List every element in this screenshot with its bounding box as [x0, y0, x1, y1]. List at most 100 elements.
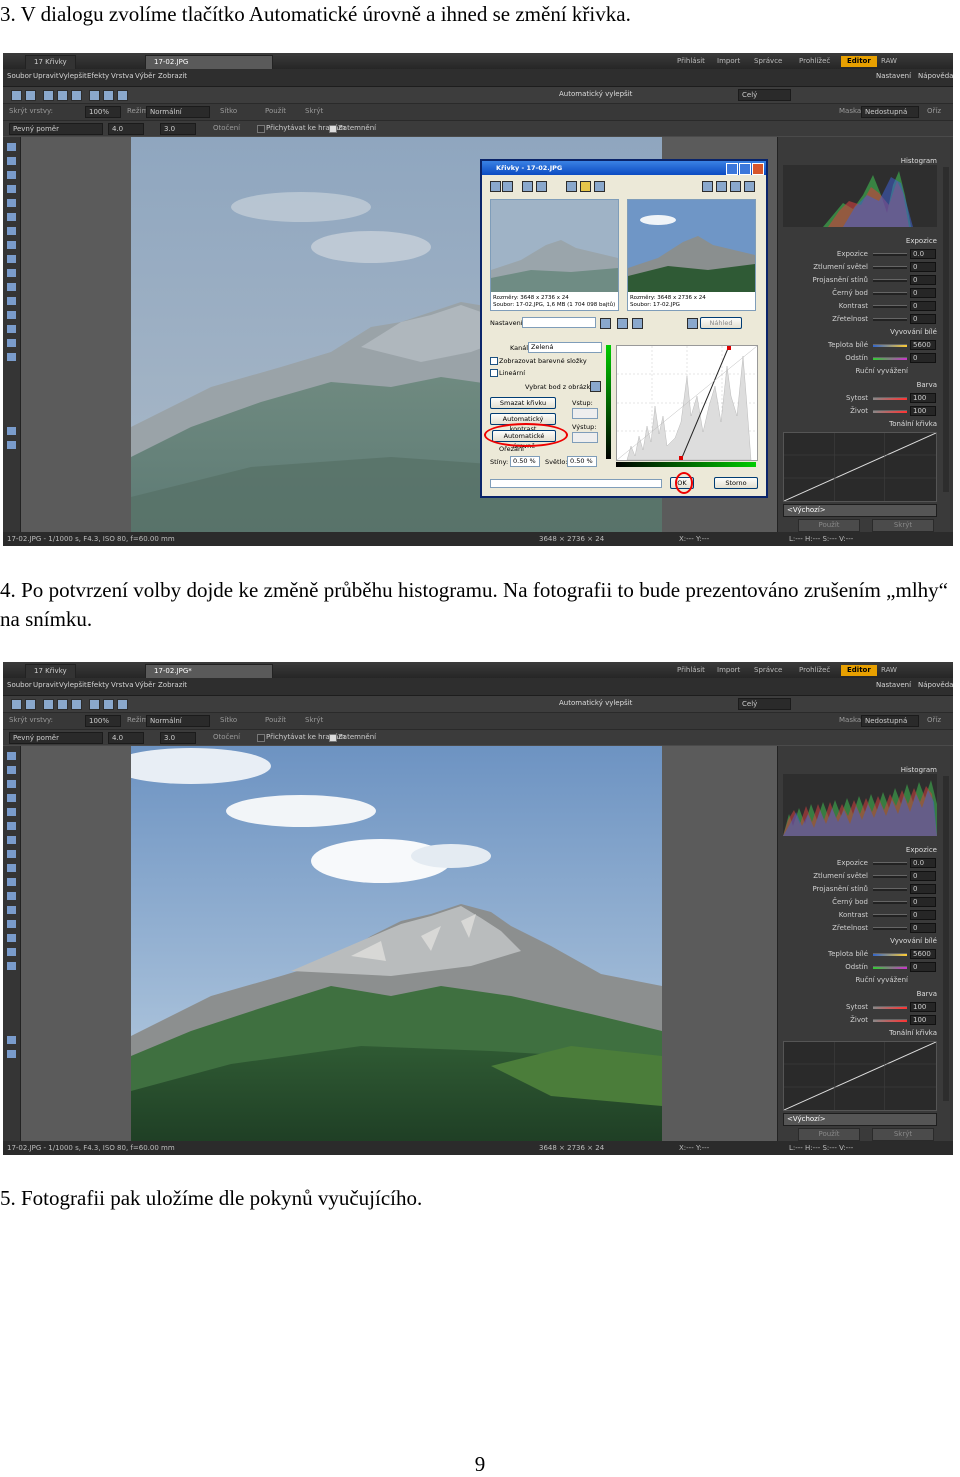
paste-icon[interactable] [103, 699, 114, 710]
mask-select[interactable]: Nedostupná [861, 715, 919, 727]
shape-tool-icon[interactable] [7, 241, 16, 249]
fill-tool-icon[interactable] [7, 864, 16, 872]
compare-icon[interactable] [730, 181, 741, 192]
manual-wb-label[interactable]: Ruční vyvážení [855, 367, 908, 375]
histogram-header[interactable]: Histogram [901, 157, 937, 165]
preview-button[interactable]: Náhled [700, 317, 742, 329]
redeye-tool-icon[interactable] [7, 269, 16, 277]
settings-link[interactable]: Nastavení [876, 681, 911, 689]
zoom-tool-icon[interactable] [7, 1050, 16, 1058]
darken-checkbox[interactable] [329, 125, 337, 133]
tint-slider[interactable] [873, 357, 907, 360]
blur-tool-icon[interactable] [7, 906, 16, 914]
snap-checkbox[interactable] [257, 125, 265, 133]
copy-icon[interactable] [89, 699, 100, 710]
text-tool-icon[interactable] [7, 227, 16, 235]
zoom-tool-icon[interactable] [7, 441, 16, 449]
zoom-field[interactable]: 100% [85, 106, 121, 118]
blackpoint-slider[interactable] [873, 292, 907, 295]
split-view-icon[interactable] [702, 181, 713, 192]
preset-select[interactable]: <Výchozí> [783, 504, 937, 517]
shadows-clip-field[interactable]: 0.50 % [510, 456, 540, 467]
menu-edit[interactable]: Upravit [33, 72, 59, 80]
actual-size-icon[interactable] [536, 181, 547, 192]
print-icon[interactable] [57, 90, 68, 101]
blackpoint-slider[interactable] [873, 901, 907, 904]
output-field[interactable] [572, 432, 598, 443]
auto-enhance-button[interactable]: Automatický vylepšit [559, 90, 632, 98]
contrast-slider[interactable] [873, 914, 907, 917]
temperature-slider[interactable] [873, 344, 907, 347]
move-tool-icon[interactable] [7, 143, 16, 151]
temperature-slider[interactable] [873, 953, 907, 956]
contrast-slider[interactable] [873, 305, 907, 308]
menu-effects[interactable]: Efekty [87, 681, 109, 689]
gradient-tool-icon[interactable] [7, 339, 16, 347]
color-header[interactable]: Barva [917, 990, 937, 998]
highlights-value[interactable]: 0 [910, 871, 936, 881]
menu-select[interactable]: Výběr [135, 681, 155, 689]
height-field[interactable]: 3.0 [160, 732, 196, 744]
shadows-slider[interactable] [873, 888, 907, 891]
exposure-value[interactable]: 0.0 [910, 858, 936, 868]
select-tool-icon[interactable] [7, 766, 16, 774]
tab-image-modified[interactable]: 17-02.JPG* [145, 664, 273, 678]
copy-icon[interactable] [89, 90, 100, 101]
menu-effects[interactable]: Efekty [87, 72, 109, 80]
height-field[interactable]: 3.0 [160, 123, 196, 135]
redo-icon[interactable] [25, 90, 36, 101]
panel-hide-button[interactable]: Skrýt [872, 519, 934, 532]
crop-tool-icon[interactable] [7, 780, 16, 788]
dodge-tool-icon[interactable] [7, 892, 16, 900]
menu-enhance[interactable]: Vylepšit [59, 681, 87, 689]
help-icon[interactable] [594, 181, 605, 192]
dodge-tool-icon[interactable] [7, 283, 16, 291]
gradient-tool-icon[interactable] [7, 948, 16, 956]
exposure-slider[interactable] [873, 862, 907, 865]
tone-curve-graph[interactable] [783, 432, 937, 502]
fullscreen-icon[interactable] [744, 181, 755, 192]
hide-button[interactable]: Skrýt [305, 716, 323, 724]
fit-icon[interactable] [522, 181, 533, 192]
mode-raw[interactable]: RAW [875, 665, 903, 676]
clear-button[interactable]: Oříz [927, 716, 941, 724]
blend-mode-select[interactable]: Normální [146, 106, 210, 118]
mode-manager[interactable]: Správce [748, 56, 788, 67]
save-preset-icon[interactable] [600, 318, 611, 329]
panel-hide-button[interactable]: Skrýt [872, 1128, 934, 1141]
show-color-checkbox[interactable] [490, 357, 498, 365]
eraser-tool-icon[interactable] [7, 199, 16, 207]
brush-tool-icon[interactable] [7, 794, 16, 802]
mode-editor[interactable]: Editor [841, 665, 877, 676]
saturation-slider[interactable] [873, 1006, 907, 1009]
tone-curve-header[interactable]: Tonální křivka [889, 1029, 937, 1037]
highlights-value[interactable]: 0 [910, 262, 936, 272]
width-field[interactable]: 4.0 [108, 123, 144, 135]
highlights-slider[interactable] [873, 266, 907, 269]
panel-scrollbar[interactable] [943, 167, 949, 492]
zoom-in-icon[interactable] [490, 181, 501, 192]
export-icon[interactable] [71, 90, 82, 101]
crop-tool-icon[interactable] [7, 171, 16, 179]
mode-browser[interactable]: Prohlížeč [793, 56, 836, 67]
temperature-value[interactable]: 5600 [910, 340, 936, 350]
maximize-icon[interactable] [739, 163, 751, 175]
single-view-icon[interactable] [716, 181, 727, 192]
mode-raw[interactable]: RAW [875, 56, 903, 67]
mode-editor[interactable]: Editor [841, 56, 877, 67]
saturation-value[interactable]: 100 [910, 393, 936, 403]
eyedropper-tool-icon[interactable] [7, 353, 16, 361]
contrast-value[interactable]: 0 [910, 910, 936, 920]
clone-tool-icon[interactable] [7, 822, 16, 830]
blackpoint-value[interactable]: 0 [910, 897, 936, 907]
exposure-value[interactable]: 0.0 [910, 249, 936, 259]
exposure-header[interactable]: Expozice [906, 846, 937, 854]
preset-select[interactable]: <Výchozí> [783, 1113, 937, 1126]
star-icon[interactable] [580, 181, 591, 192]
tone-curve-graph[interactable] [783, 1041, 937, 1111]
clarity-value[interactable]: 0 [910, 923, 936, 933]
settings-link[interactable]: Nastavení [876, 72, 911, 80]
brush-tool-icon[interactable] [7, 185, 16, 193]
layers-icon[interactable] [117, 90, 128, 101]
export-icon[interactable] [71, 699, 82, 710]
